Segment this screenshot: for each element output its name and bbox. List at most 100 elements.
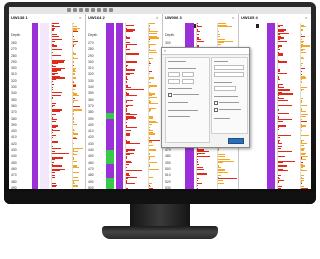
lithology-unit <box>106 140 114 150</box>
lithology-unit <box>106 30 114 40</box>
log-bar <box>301 45 310 47</box>
lithology-unit <box>106 46 114 57</box>
input-field[interactable] <box>214 65 244 70</box>
checkbox[interactable] <box>214 108 218 112</box>
options-group-left <box>165 57 210 143</box>
log-bar <box>126 127 137 129</box>
log-bar <box>73 171 79 173</box>
log-bar <box>149 141 152 143</box>
close-icon[interactable]: × <box>164 49 247 53</box>
lithology-track <box>106 23 114 189</box>
screen: UW138 1 × Depth 260 270 280 290 300 310 … <box>9 7 311 189</box>
zoom-out-icon[interactable] <box>91 8 95 12</box>
log-bar <box>197 184 198 186</box>
log-bar <box>52 147 62 149</box>
log-bar <box>52 40 55 42</box>
log-bar <box>126 31 133 33</box>
log-bar <box>126 43 138 45</box>
settings-icon[interactable] <box>97 8 101 12</box>
well-panel-1[interactable]: UW138 1 × Depth 260 270 280 290 300 310 … <box>9 14 86 189</box>
log-bar <box>278 61 288 63</box>
input-field[interactable] <box>168 72 180 77</box>
log-bar <box>278 55 284 57</box>
log-bar <box>52 165 63 167</box>
log-bar <box>126 135 130 137</box>
log-bar <box>52 171 55 173</box>
log-bar <box>278 162 284 164</box>
lithology-unit <box>106 177 114 189</box>
log-bar <box>278 93 294 95</box>
log-bar <box>218 155 225 157</box>
log-bar <box>126 69 135 71</box>
input-field[interactable] <box>182 79 194 84</box>
open-icon[interactable] <box>67 8 71 12</box>
close-icon[interactable]: × <box>305 15 307 20</box>
log-bar <box>52 51 54 53</box>
log-bar <box>278 79 281 81</box>
print-icon[interactable] <box>79 8 83 12</box>
checkbox[interactable] <box>214 101 218 105</box>
log-bar <box>73 186 78 188</box>
log-bar <box>149 144 153 146</box>
log-bar <box>149 37 159 39</box>
log-bar <box>301 127 302 129</box>
close-icon[interactable]: × <box>156 15 158 20</box>
log-bar <box>149 82 151 84</box>
log-bar <box>73 77 76 79</box>
input-field[interactable] <box>214 86 236 91</box>
save-icon[interactable] <box>73 8 77 12</box>
ok-button[interactable] <box>228 138 244 144</box>
log-bar <box>278 128 280 130</box>
log-bar <box>52 176 56 178</box>
lithology-unit <box>106 119 114 128</box>
lithology-unit <box>185 23 194 38</box>
log-bar <box>197 152 205 154</box>
log-bar <box>278 181 280 183</box>
log-track <box>277 23 300 189</box>
input-field[interactable] <box>168 79 180 84</box>
input-field[interactable] <box>182 72 194 77</box>
export-icon[interactable] <box>109 8 113 12</box>
log-bar <box>218 162 224 164</box>
log-bar <box>278 72 287 74</box>
lithology-unit <box>185 172 194 185</box>
log-bar <box>52 45 58 47</box>
log-bar <box>278 170 289 172</box>
log-bar <box>73 123 78 125</box>
depth-label: 490 <box>11 185 17 189</box>
input-field[interactable] <box>214 72 244 77</box>
log-bar <box>218 35 220 37</box>
log-bar <box>278 135 292 137</box>
log-bar <box>278 104 292 106</box>
log-bar <box>197 26 202 28</box>
zoom-in-icon[interactable] <box>85 8 89 12</box>
track-marker <box>256 24 259 28</box>
panel-title: UW164 2 <box>88 15 105 20</box>
checkbox[interactable] <box>168 93 172 97</box>
log-bar <box>149 168 159 170</box>
log-bar <box>301 90 302 92</box>
lithology-unit <box>106 163 114 178</box>
log-track <box>300 23 311 189</box>
log-bar <box>301 159 307 161</box>
log-bar <box>218 26 232 28</box>
log-bar <box>149 87 150 89</box>
log-bar <box>197 40 205 42</box>
layout-icon[interactable] <box>103 8 107 12</box>
settings-dialog[interactable]: × <box>161 47 250 148</box>
well-panel-2[interactable]: UW164 2 × Depth 270 280 290 300 310 320 … <box>86 14 163 189</box>
log-bar <box>301 135 309 137</box>
close-icon[interactable]: × <box>79 15 81 20</box>
log-bar <box>197 163 200 165</box>
log-bar <box>218 43 221 45</box>
log-bar <box>301 104 308 106</box>
log-bar <box>73 45 74 47</box>
depth-header: Depth <box>88 33 98 37</box>
log-bar <box>52 114 57 116</box>
log-bar <box>126 48 131 50</box>
log-bar <box>278 26 280 28</box>
log-bar <box>301 101 302 103</box>
close-icon[interactable]: × <box>232 15 234 20</box>
log-bar <box>126 167 127 169</box>
log-bar <box>149 176 154 178</box>
